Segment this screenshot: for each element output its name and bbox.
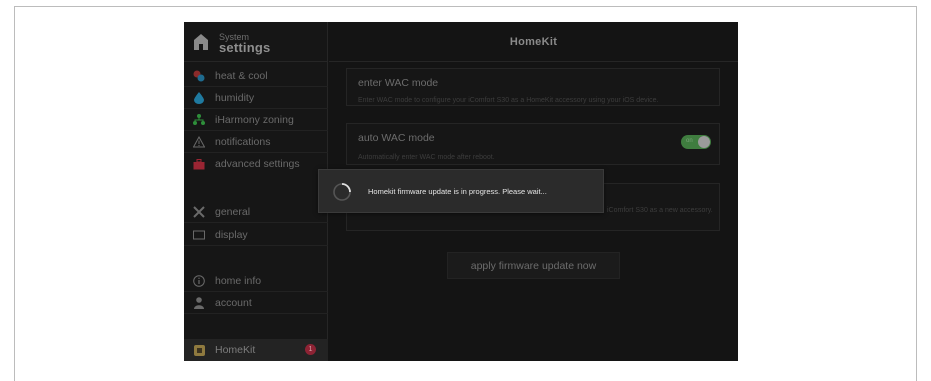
auto-wac-toggle[interactable]: on bbox=[681, 135, 711, 149]
sidebar-item-account[interactable]: account bbox=[184, 292, 328, 314]
heat-cool-icon bbox=[193, 70, 205, 82]
homekit-icon bbox=[193, 344, 205, 356]
zoning-icon bbox=[193, 113, 205, 126]
loading-spinner-icon bbox=[333, 183, 351, 201]
warning-triangle-icon bbox=[193, 135, 205, 148]
person-icon bbox=[193, 296, 205, 309]
firmware-progress-dialog: Homekit firmware update is in progress. … bbox=[318, 169, 604, 213]
notification-badge: 1 bbox=[305, 344, 316, 355]
sidebar-item-label: humidity bbox=[215, 91, 255, 104]
sidebar-item-label: iHarmony zoning bbox=[215, 113, 294, 126]
main-header: HomeKit bbox=[329, 22, 738, 62]
card-description: Enter WAC mode to configure your iComfor… bbox=[358, 97, 659, 104]
sidebar-item-label: display bbox=[215, 228, 248, 241]
sidebar-item-label: home info bbox=[215, 274, 262, 287]
humidity-drop-icon bbox=[193, 91, 205, 104]
sidebar-item-label: HomeKit bbox=[215, 344, 256, 356]
toolbox-icon bbox=[193, 158, 205, 170]
sidebar-brand: System settings bbox=[184, 22, 328, 62]
page-title: HomeKit bbox=[509, 35, 558, 48]
sidebar-item-homekit[interactable]: HomeKit 1 bbox=[184, 339, 328, 361]
sidebar-item-heat-cool[interactable]: heat & cool bbox=[184, 65, 328, 87]
info-icon bbox=[193, 274, 205, 287]
sidebar-item-advanced-settings[interactable]: advanced settings bbox=[184, 153, 328, 175]
sidebar-item-zoning[interactable]: iHarmony zoning bbox=[184, 109, 328, 131]
sidebar-item-label: heat & cool bbox=[215, 69, 268, 82]
sidebar: System settings heat & cool humidity iHa… bbox=[184, 22, 328, 361]
sidebar-item-home-info[interactable]: home info bbox=[184, 270, 328, 292]
apply-firmware-update-button[interactable]: apply firmware update now bbox=[447, 252, 620, 279]
enter-wac-mode-card[interactable]: enter WAC mode Enter WAC mode to configu… bbox=[346, 68, 720, 106]
sidebar-item-label: account bbox=[215, 296, 252, 309]
sidebar-item-humidity[interactable]: humidity bbox=[184, 87, 328, 109]
toggle-state-label: on bbox=[686, 138, 693, 144]
dialog-message: Homekit firmware update is in progress. … bbox=[368, 187, 547, 196]
card-description: iComfort S30 as a new accessory. bbox=[607, 207, 713, 214]
auto-wac-mode-card: auto WAC mode Automatically enter WAC mo… bbox=[346, 123, 720, 165]
display-icon bbox=[193, 229, 205, 241]
card-title: auto WAC mode bbox=[358, 132, 435, 144]
sidebar-item-notifications[interactable]: notifications bbox=[184, 131, 328, 153]
sidebar-item-display[interactable]: display bbox=[184, 224, 328, 246]
brand-settings-label: settings bbox=[219, 40, 271, 55]
sidebar-item-label: general bbox=[215, 205, 251, 218]
tools-icon bbox=[193, 205, 205, 218]
card-description: Automatically enter WAC mode after reboo… bbox=[358, 154, 495, 161]
house-icon bbox=[194, 34, 208, 50]
card-title: enter WAC mode bbox=[358, 77, 439, 89]
sidebar-item-label: notifications bbox=[215, 135, 271, 148]
toggle-knob bbox=[698, 136, 710, 148]
sidebar-item-label: advanced settings bbox=[215, 158, 300, 170]
sidebar-item-general[interactable]: general bbox=[184, 201, 328, 223]
